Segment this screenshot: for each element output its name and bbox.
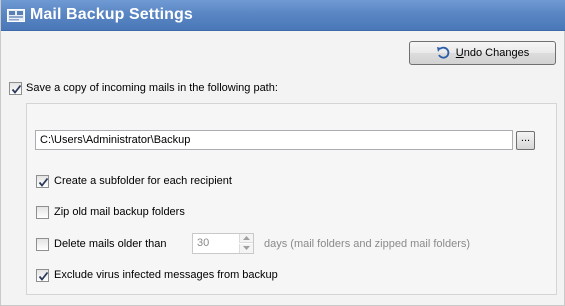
spin-up-button[interactable] (239, 234, 253, 243)
undo-changes-button[interactable]: Undo Changes (409, 41, 556, 65)
subfolder-checkbox[interactable] (36, 175, 49, 188)
check-mark-icon (38, 271, 49, 281)
save-copy-checkbox[interactable] (9, 82, 22, 95)
title-bar: Mail Backup Settings (1, 0, 565, 31)
delete-old-label: Delete mails older than (54, 238, 167, 250)
mail-backup-icon (7, 8, 25, 23)
chevron-down-icon (243, 246, 250, 250)
chevron-up-icon (243, 236, 250, 240)
mail-backup-settings-window: Mail Backup Settings Undo Changes Save a… (0, 0, 565, 306)
zip-checkbox[interactable] (36, 206, 49, 219)
exclude-virus-label: Exclude virus infected messages from bac… (54, 269, 278, 281)
subfolder-label: Create a subfolder for each recipient (54, 175, 232, 187)
delete-old-checkbox[interactable] (36, 238, 49, 251)
zip-label: Zip old mail backup folders (54, 206, 185, 218)
days-spinner[interactable]: 30 (192, 233, 254, 254)
browse-button[interactable]: ... (516, 131, 535, 150)
backup-path-input[interactable]: C:\Users\Administrator\Backup (35, 130, 513, 150)
check-mark-icon (38, 177, 49, 187)
spin-down-button[interactable] (239, 244, 253, 253)
page-title: Mail Backup Settings (30, 6, 193, 23)
exclude-virus-checkbox[interactable] (36, 269, 49, 282)
check-mark-icon (11, 84, 22, 94)
undo-arrow-icon (436, 46, 450, 60)
days-value: 30 (197, 237, 210, 249)
days-suffix-label: days (mail folders and zipped mail folde… (264, 238, 471, 250)
save-copy-label: Save a copy of incoming mails in the fol… (26, 82, 278, 94)
undo-changes-label: Undo Changes (455, 47, 530, 59)
